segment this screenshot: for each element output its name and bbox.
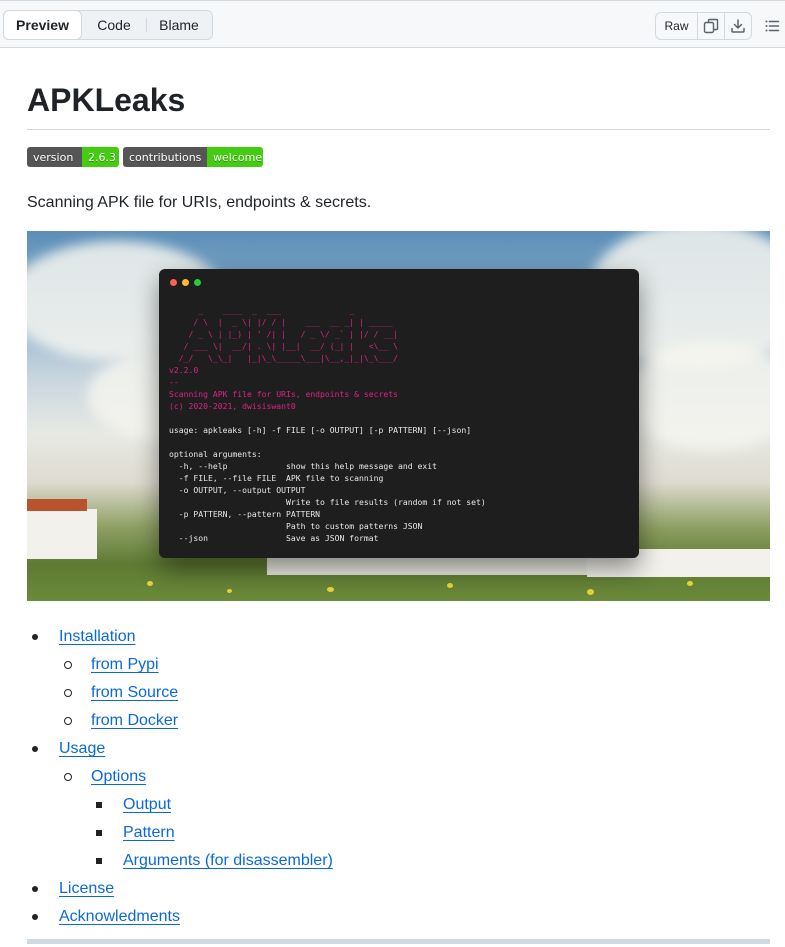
flower <box>587 589 594 595</box>
toc-link-arguments[interactable]: Arguments (for disassembler) <box>123 852 333 869</box>
hero-screenshot-image: _ ____ _ ___ _ / \ | _ \| |/ / | ___ __ … <box>27 231 770 601</box>
download-icon <box>731 19 745 33</box>
badge-value: welcome <box>207 147 263 167</box>
toc-link-acknowledgments[interactable]: Acknowledments <box>59 908 180 925</box>
toc-sublist: Options Output Pattern Arguments (for di… <box>59 765 770 873</box>
toc-item: Options Output Pattern Arguments (for di… <box>59 765 770 873</box>
house <box>27 509 97 559</box>
ascii-art-logo: _ ____ _ ___ _ / \ | _ \| |/ / | ___ __ … <box>178 305 399 363</box>
toc-item: from Pypi <box>59 653 770 677</box>
terminal-version: v2.2.0 <box>169 365 199 375</box>
terminal-option-line: -f FILE, --file FILE APK file to scannin… <box>169 473 384 483</box>
copy-icon <box>703 18 719 34</box>
roof <box>27 499 87 511</box>
terminal-output: _ ____ _ ___ _ / \ | _ \| |/ / | ___ __ … <box>169 304 486 544</box>
readme-description: Scanning APK file for URIs, endpoints & … <box>27 194 372 211</box>
toc-link-options[interactable]: Options <box>91 768 146 785</box>
maximize-dot-icon <box>194 279 201 286</box>
copy-raw-button[interactable] <box>697 13 724 39</box>
contributions-badge[interactable]: contributions welcome <box>123 147 263 167</box>
flower <box>147 581 153 586</box>
terminal-window: _ ____ _ ___ _ / \ | _ \| |/ / | ___ __ … <box>159 269 639 558</box>
terminal-option-line: Write to file results (random if not set… <box>169 497 486 507</box>
outline-button[interactable] <box>758 12 785 40</box>
terminal-option-line: Path to custom patterns JSON <box>169 521 423 531</box>
toc-item: Installation from Pypi from Source from … <box>27 625 770 733</box>
readme-content: APKLeaks version 2.6.3 contributions wel… <box>27 48 770 929</box>
toc-link-from-pypi[interactable]: from Pypi <box>91 656 159 673</box>
terminal-option-line: -h, --help show this help message and ex… <box>169 461 438 471</box>
view-mode-segmented-control: Preview Code Blame <box>3 10 213 40</box>
toc-item: Usage Options Output Pattern Arguments (… <box>27 737 770 873</box>
toc-sublist: Output Pattern Arguments (for disassembl… <box>91 793 770 873</box>
file-toolbar: Preview Code Blame Raw <box>0 0 785 48</box>
window-controls <box>170 279 201 286</box>
toc-link-from-docker[interactable]: from Docker <box>91 712 178 729</box>
minimize-dot-icon <box>182 279 189 286</box>
toc-item: License <box>27 877 770 901</box>
badge-label: contributions <box>123 147 207 167</box>
badges-row: version 2.6.3 contributions welcome <box>27 147 770 167</box>
flower <box>227 589 232 593</box>
terminal-separator: -- <box>169 377 179 387</box>
toc-link-output[interactable]: Output <box>123 796 171 813</box>
toc-item: from Source <box>59 681 770 705</box>
toc-item: Pattern <box>91 821 770 845</box>
toc-item: from Docker <box>59 709 770 733</box>
flower <box>687 581 693 586</box>
flower <box>327 587 334 592</box>
terminal-option-line: -o OUTPUT, --output OUTPUT <box>169 485 306 495</box>
raw-button[interactable]: Raw <box>656 13 697 39</box>
toc-link-license[interactable]: License <box>59 880 114 897</box>
toc-link-usage[interactable]: Usage <box>59 740 105 757</box>
table-of-contents: Installation from Pypi from Source from … <box>27 625 770 929</box>
toc-item: Acknowledments <box>27 905 770 929</box>
tab-blame[interactable]: Blame <box>147 11 211 39</box>
tab-code[interactable]: Code <box>82 11 146 39</box>
section-divider <box>27 939 770 944</box>
close-dot-icon <box>170 279 177 286</box>
terminal-usage: usage: apkleaks [-h] -f FILE [-o OUTPUT]… <box>169 425 472 435</box>
readme-title: APKLeaks <box>27 80 770 130</box>
download-raw-button[interactable] <box>724 13 751 39</box>
toc-item: Arguments (for disassembler) <box>91 849 770 873</box>
toc-link-installation[interactable]: Installation <box>59 628 136 645</box>
badge-label: version <box>27 147 82 167</box>
terminal-copyright: (c) 2020-2021, dwisiswant0 <box>169 401 296 411</box>
version-badge[interactable]: version 2.6.3 <box>27 147 119 167</box>
terminal-option-line: -p PATTERN, --pattern PATTERN <box>169 509 321 519</box>
flower <box>447 583 453 588</box>
terminal-option-line: --json Save as JSON format <box>169 533 379 543</box>
list-unordered-icon <box>765 20 779 32</box>
badge-value: 2.6.3 <box>82 147 119 167</box>
toc-link-pattern[interactable]: Pattern <box>123 824 175 841</box>
toc-sublist: from Pypi from Source from Docker <box>59 653 770 733</box>
toc-item: Output <box>91 793 770 817</box>
terminal-tagline: Scanning APK file for URIs, endpoints & … <box>169 389 399 399</box>
terminal-options-header: optional arguments: <box>169 449 262 459</box>
file-actions-group: Raw <box>655 12 752 40</box>
toc-link-from-source[interactable]: from Source <box>91 684 178 701</box>
tab-preview[interactable]: Preview <box>3 10 82 40</box>
